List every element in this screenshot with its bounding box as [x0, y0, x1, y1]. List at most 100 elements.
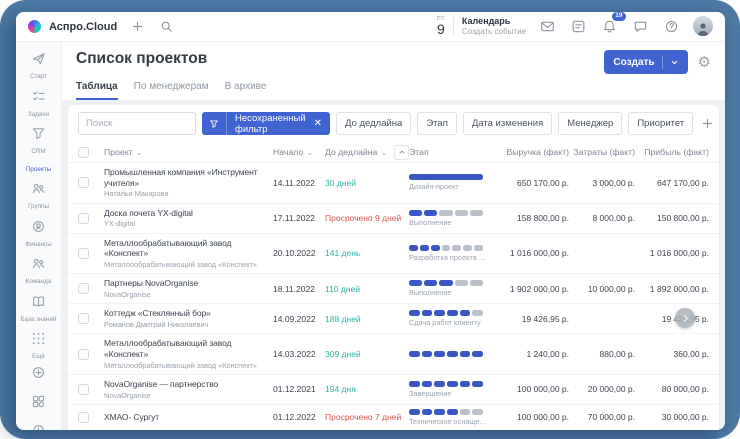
page-header: Список проектов Создать ⚙ Таблица По мен… [62, 42, 725, 100]
column-header-profit[interactable]: Прибыль (факт) [635, 147, 709, 157]
projects-card: Несохраненный фильтр ✕ До дедлайна Этап … [68, 105, 719, 430]
select-all-checkbox[interactable] [78, 147, 89, 158]
table-row[interactable]: Металлообрабатывающий завод «Конспект» М… [68, 234, 719, 275]
sidebar-item-label: База знаний [20, 316, 56, 324]
profit-value: 1 892 000,00 р. [635, 284, 709, 294]
user-avatar[interactable] [693, 16, 713, 36]
row-checkbox[interactable] [78, 213, 89, 224]
project-name[interactable]: Промышленная компания «Инструмент учител… [104, 167, 273, 188]
divider [662, 56, 663, 69]
sidebar-item-задачи[interactable]: Задачи [16, 85, 61, 123]
project-cell: NovaOrganise — партнерство NovaOrganise [104, 379, 273, 400]
page-settings-icon[interactable]: ⚙ [698, 55, 711, 70]
column-header-start[interactable]: Начало⌄ [273, 147, 325, 158]
sidebar-bottom-button[interactable] [31, 365, 46, 385]
table-row[interactable]: Доска почета YX-digital YX-digital 17.11… [68, 204, 719, 234]
sidebar-item-база-знаний[interactable]: База знаний [16, 290, 61, 328]
column-header-project[interactable]: Проект⌄ [104, 147, 273, 158]
project-name[interactable]: Металлообрабатывающий завод «Конспект» [104, 238, 273, 259]
stage-label: Выполнение [409, 288, 489, 297]
filter-button-2[interactable]: Дата изменения [463, 112, 552, 135]
tab-2[interactable]: В архиве [225, 81, 267, 100]
filter-button-4[interactable]: Приоритет [628, 112, 693, 135]
collapse-column-button[interactable] [394, 145, 409, 160]
sidebar-item-команда[interactable]: Команда [16, 252, 61, 290]
column-header-deadline[interactable]: До дедлайна⌄ [325, 145, 409, 160]
stage-label: Сдача работ клиенту [409, 318, 489, 327]
profit-value: 150 800,00 р. [635, 213, 709, 223]
row-checkbox[interactable] [78, 248, 89, 259]
revenue-value: 158 800,00 р. [495, 213, 569, 223]
stage-cell: Завершение [409, 381, 495, 398]
project-client: Металлообрабатывающий завод «Конспект» [104, 260, 273, 269]
row-checkbox[interactable] [78, 384, 89, 395]
table-row[interactable]: Партнеры NovaOrganise NovaOrganise 18.11… [68, 274, 719, 304]
column-header-costs[interactable]: Затраты (факт) [569, 147, 635, 157]
row-checkbox[interactable] [78, 412, 89, 423]
row-checkbox[interactable] [78, 349, 89, 360]
main-content: Список проектов Создать ⚙ Таблица По мен… [62, 42, 725, 430]
filter-button-0[interactable]: До дедлайна [336, 112, 411, 135]
sidebar-item-label: Финансы [25, 241, 51, 249]
create-button[interactable]: Создать [604, 50, 687, 74]
table-row[interactable]: ХМАО- Сургут 01.12.2022 Просрочено 7 дне… [68, 405, 719, 430]
project-name[interactable]: Металлообрабатывающий завод «Конспект» [104, 338, 273, 359]
start-date: 20.10.2022 [273, 248, 325, 258]
sidebar-item-ещё[interactable]: Ещё [16, 327, 61, 365]
project-name[interactable]: ХМАО- Сургут [104, 412, 273, 423]
chat-button[interactable] [631, 17, 650, 36]
column-header-revenue[interactable]: Выручка (факт) [495, 147, 569, 157]
quick-add-button[interactable] [129, 18, 146, 35]
notes-button[interactable] [569, 17, 588, 36]
profit-value: 80 000,00 р. [635, 384, 709, 394]
sidebar-bottom-button[interactable] [31, 394, 46, 414]
help-button[interactable] [662, 17, 681, 36]
sidebar-bottom-button[interactable] [31, 423, 46, 430]
filter-button-3[interactable]: Менеджер [558, 112, 622, 135]
deadline-value: Просрочено 9 дней [325, 213, 409, 223]
sidebar-item-проекты[interactable]: Проекты [16, 160, 61, 178]
remove-filter-icon[interactable]: ✕ [312, 118, 330, 129]
project-name[interactable]: Доска почета YX-digital [104, 208, 273, 219]
profit-value: 1 016 000,00 р. [635, 248, 709, 258]
sidebar-item-группы[interactable]: Группы [16, 177, 61, 215]
knowledge-icon [31, 294, 46, 314]
stage-progress-bar [409, 245, 483, 251]
mail-button[interactable] [538, 17, 557, 36]
row-checkbox[interactable] [78, 283, 89, 294]
tab-1[interactable]: По менеджерам [134, 81, 209, 100]
active-filter-chip[interactable]: Несохраненный фильтр ✕ [202, 112, 330, 135]
revenue-value: 1 902 000,00 р. [495, 284, 569, 294]
calendar-create-event[interactable]: Создать событие [462, 27, 526, 37]
sidebar-item-старт[interactable]: Старт [16, 47, 61, 85]
tab-0[interactable]: Таблица [76, 81, 118, 100]
row-checkbox[interactable] [78, 177, 89, 188]
costs-value: 880,00 р. [569, 349, 635, 359]
add-filter-button[interactable] [699, 115, 716, 132]
project-name[interactable]: Партнеры NovaOrganise [104, 278, 273, 289]
chevron-right-icon [681, 314, 690, 323]
sidebar-item-финансы[interactable]: Финансы [16, 215, 61, 253]
sidebar-item-crm[interactable]: CRM [16, 122, 61, 160]
table-row[interactable]: NovaOrganise — партнерство NovaOrganise … [68, 375, 719, 405]
project-name[interactable]: NovaOrganise — партнерство [104, 379, 273, 390]
filter-button-1[interactable]: Этап [417, 112, 457, 135]
project-client: Металлообрабатывающий завод «Конспект» [104, 361, 273, 370]
column-header-stage[interactable]: Этап [409, 147, 495, 157]
table-row[interactable]: Промышленная компания «Инструмент учител… [68, 163, 719, 204]
notifications-button[interactable]: 19 [600, 17, 619, 36]
calendar-widget[interactable]: ПТ 9 Календарь Создать событие [437, 16, 526, 36]
scroll-right-button[interactable] [675, 308, 695, 328]
table-row[interactable]: Металлообрабатывающий завод «Конспект» М… [68, 334, 719, 375]
project-name[interactable]: Коттедж «Стеклянный бор» [104, 308, 273, 319]
table-row[interactable]: Коттедж «Стеклянный бор» Романов Дмитрий… [68, 304, 719, 334]
global-search-button[interactable] [158, 18, 175, 35]
search-input[interactable] [78, 112, 196, 135]
row-checkbox[interactable] [78, 313, 89, 324]
project-client: NovaOrganise [104, 290, 273, 299]
deadline-value: 30 дней [325, 178, 409, 188]
notifications-badge: 19 [612, 12, 626, 21]
sort-icon: ⌄ [306, 147, 313, 158]
stage-label: Дизайн-проект [409, 182, 489, 191]
start-icon [31, 51, 46, 71]
